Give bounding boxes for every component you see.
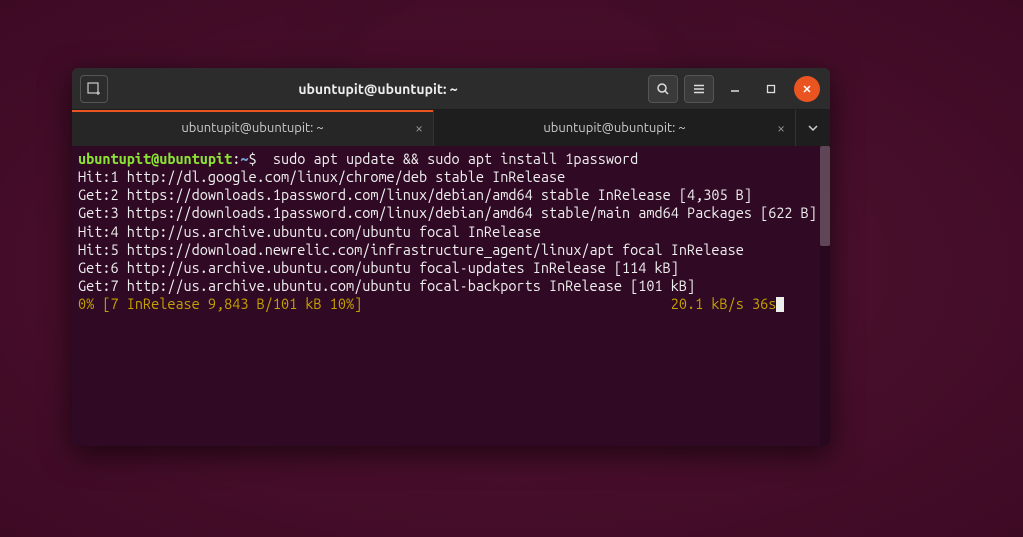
search-button[interactable] bbox=[648, 75, 678, 103]
output-line: Hit:4 http://us.archive.ubuntu.com/ubunt… bbox=[78, 223, 824, 241]
tab-dropdown-button[interactable] bbox=[796, 110, 830, 146]
output-line: Hit:5 https://download.newrelic.com/infr… bbox=[78, 241, 824, 259]
close-icon bbox=[802, 84, 812, 94]
output-line: Hit:1 http://dl.google.com/linux/chrome/… bbox=[78, 168, 824, 186]
tab-close-button[interactable]: × bbox=[415, 120, 423, 136]
progress-line: 0% [7 InRelease 9,843 B/101 kB 10%] 20.1… bbox=[78, 295, 824, 313]
maximize-button[interactable] bbox=[758, 76, 784, 102]
terminal-content[interactable]: ubuntupit@ubuntupit:~$ sudo apt update &… bbox=[72, 146, 830, 446]
search-icon bbox=[656, 82, 670, 96]
prompt-symbol: $ bbox=[249, 150, 257, 167]
output-block: Hit:1 http://dl.google.com/linux/chrome/… bbox=[78, 168, 824, 295]
cursor bbox=[776, 297, 784, 312]
minimize-button[interactable] bbox=[722, 76, 748, 102]
output-line: Get:7 http://us.archive.ubuntu.com/ubunt… bbox=[78, 277, 824, 295]
tab-label: ubuntupit@ubuntupit: ~ bbox=[181, 121, 323, 135]
prompt-path: ~ bbox=[240, 150, 248, 167]
tab-2[interactable]: ubuntupit@ubuntupit: ~ × bbox=[434, 110, 796, 146]
window-title: ubuntupit@ubuntupit: ~ bbox=[298, 81, 457, 97]
progress-left: 0% [7 InRelease 9,843 B/101 kB 10%] bbox=[78, 295, 362, 312]
new-tab-icon bbox=[87, 82, 101, 96]
close-button[interactable] bbox=[794, 76, 820, 102]
scrollbar-thumb[interactable] bbox=[820, 146, 830, 246]
terminal-window: ubuntupit@ubuntupit: ~ bbox=[72, 68, 830, 446]
maximize-icon bbox=[766, 84, 776, 94]
hamburger-icon bbox=[692, 82, 706, 96]
new-tab-button[interactable] bbox=[80, 75, 108, 103]
menu-button[interactable] bbox=[684, 75, 714, 103]
chevron-down-icon bbox=[808, 125, 818, 131]
minimize-icon bbox=[730, 84, 740, 94]
progress-right: 20.1 kB/s 36s bbox=[671, 295, 777, 312]
tab-label: ubuntupit@ubuntupit: ~ bbox=[543, 121, 685, 135]
tab-close-button[interactable]: × bbox=[777, 120, 785, 136]
output-line: Get:2 https://downloads.1password.com/li… bbox=[78, 186, 824, 204]
tab-bar: ubuntupit@ubuntupit: ~ × ubuntupit@ubunt… bbox=[72, 110, 830, 146]
output-line: Get:6 http://us.archive.ubuntu.com/ubunt… bbox=[78, 259, 824, 277]
tab-1[interactable]: ubuntupit@ubuntupit: ~ × bbox=[72, 110, 434, 146]
command-text: sudo apt update && sudo apt install 1pas… bbox=[257, 150, 639, 167]
scrollbar[interactable] bbox=[820, 146, 830, 446]
prompt-line: ubuntupit@ubuntupit:~$ sudo apt update &… bbox=[78, 150, 824, 168]
prompt-user: ubuntupit@ubuntupit bbox=[78, 150, 232, 167]
output-line: Get:3 https://downloads.1password.com/li… bbox=[78, 204, 824, 222]
window-titlebar: ubuntupit@ubuntupit: ~ bbox=[72, 68, 830, 110]
